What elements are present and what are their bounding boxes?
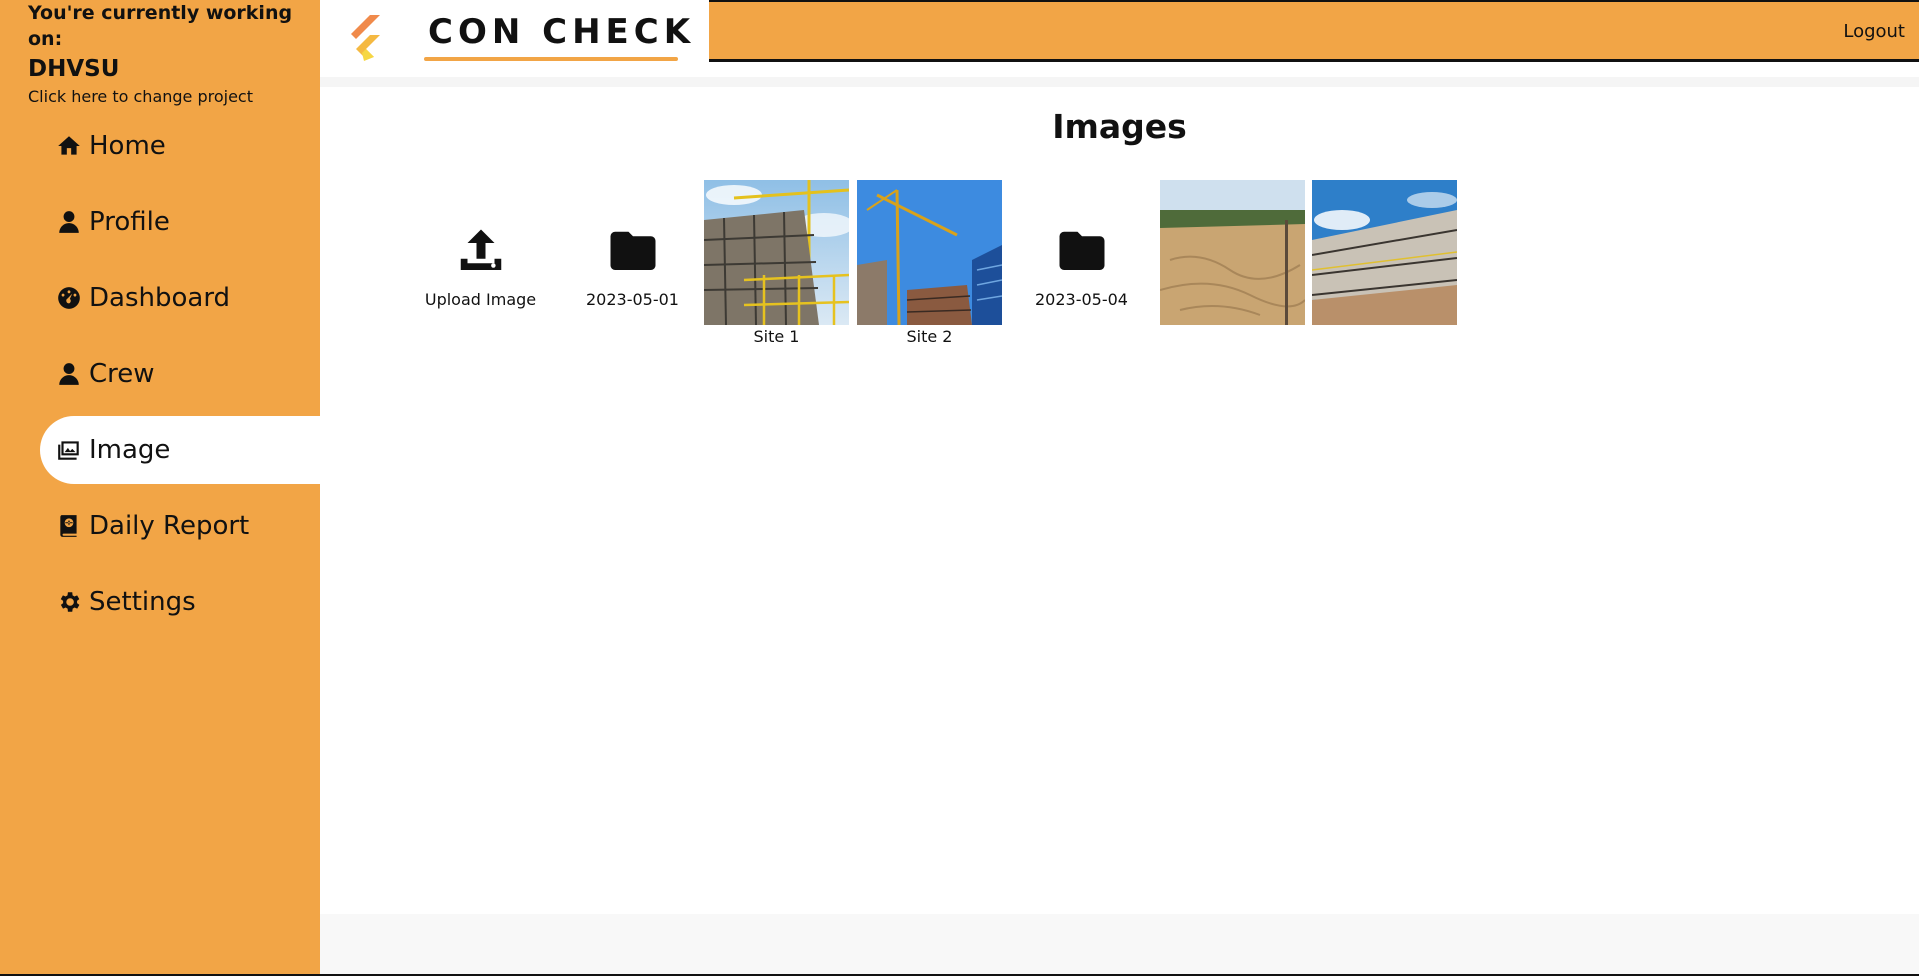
- sidebar: You're currently working on: DHVSU Click…: [0, 0, 320, 974]
- flutter-logo-icon: [351, 15, 380, 61]
- sidebar-item-dashboard[interactable]: Dashboard: [40, 264, 320, 332]
- gear-icon: [55, 588, 83, 616]
- photo-label: Site 1: [753, 327, 800, 346]
- photo-tile[interactable]: [1312, 180, 1457, 327]
- tile-label: Upload Image: [424, 290, 537, 309]
- construction-photo: [704, 180, 849, 325]
- brand-logo: CON CHECK: [320, 0, 709, 74]
- content-divider: [320, 77, 1919, 87]
- page-title: Images: [1052, 107, 1187, 146]
- upload-image-button[interactable]: Upload Image: [408, 180, 553, 309]
- sidebar-item-image[interactable]: Image: [40, 416, 320, 484]
- logo-underline: [424, 57, 678, 61]
- sidebar-item-label: Profile: [89, 207, 170, 237]
- bottom-bar: [320, 914, 1919, 974]
- main-content: Images Upload Image 2023-05-01 Site 1 Si…: [320, 87, 1919, 914]
- home-icon: [55, 132, 83, 160]
- upload-icon: [460, 229, 501, 270]
- folder-tile[interactable]: 2023-05-01: [560, 180, 705, 309]
- logo-text: CON CHECK: [428, 12, 696, 52]
- sidebar-item-label: Daily Report: [89, 511, 250, 541]
- sidebar-item-crew[interactable]: Crew: [40, 340, 320, 408]
- sidebar-item-label: Dashboard: [89, 283, 231, 313]
- report-book-icon: [55, 512, 83, 540]
- sidebar-item-profile[interactable]: Profile: [40, 188, 320, 256]
- folder-icon: [610, 231, 655, 270]
- sidebar-item-label: Settings: [89, 587, 196, 617]
- photo-label: Site 2: [906, 327, 953, 346]
- tile-label: 2023-05-04: [1035, 290, 1128, 309]
- photo-tile[interactable]: Site 2: [857, 180, 1002, 346]
- person-icon: [55, 360, 83, 388]
- sidebar-item-label: Home: [89, 131, 166, 161]
- photo-tile[interactable]: [1160, 180, 1305, 327]
- person-icon: [55, 208, 83, 236]
- construction-photo: [1160, 180, 1305, 325]
- sidebar-item-settings[interactable]: Settings: [40, 568, 320, 636]
- construction-photo: [1312, 180, 1457, 325]
- dashboard-icon: [55, 284, 83, 312]
- sidebar-nav: Home Profile Dashboard Crew Image Daily …: [40, 112, 320, 644]
- project-info: You're currently working on: DHVSU Click…: [28, 0, 320, 108]
- logout-button[interactable]: Logout: [1843, 21, 1905, 42]
- sidebar-item-label: Crew: [89, 359, 155, 389]
- tile-label: 2023-05-01: [586, 290, 679, 309]
- project-name: DHVSU: [28, 56, 120, 82]
- folder-tile[interactable]: 2023-05-04: [1009, 180, 1154, 309]
- sidebar-item-label: Image: [89, 435, 171, 465]
- folder-icon: [1059, 231, 1104, 270]
- construction-photo: [857, 180, 1002, 325]
- sidebar-item-home[interactable]: Home: [40, 112, 320, 180]
- change-project-link[interactable]: Click here to change project: [28, 86, 320, 108]
- sidebar-item-daily-report[interactable]: Daily Report: [40, 492, 320, 560]
- photo-library-icon: [55, 436, 83, 464]
- project-caption: You're currently working on:: [28, 2, 293, 50]
- photo-tile[interactable]: Site 1: [704, 180, 849, 346]
